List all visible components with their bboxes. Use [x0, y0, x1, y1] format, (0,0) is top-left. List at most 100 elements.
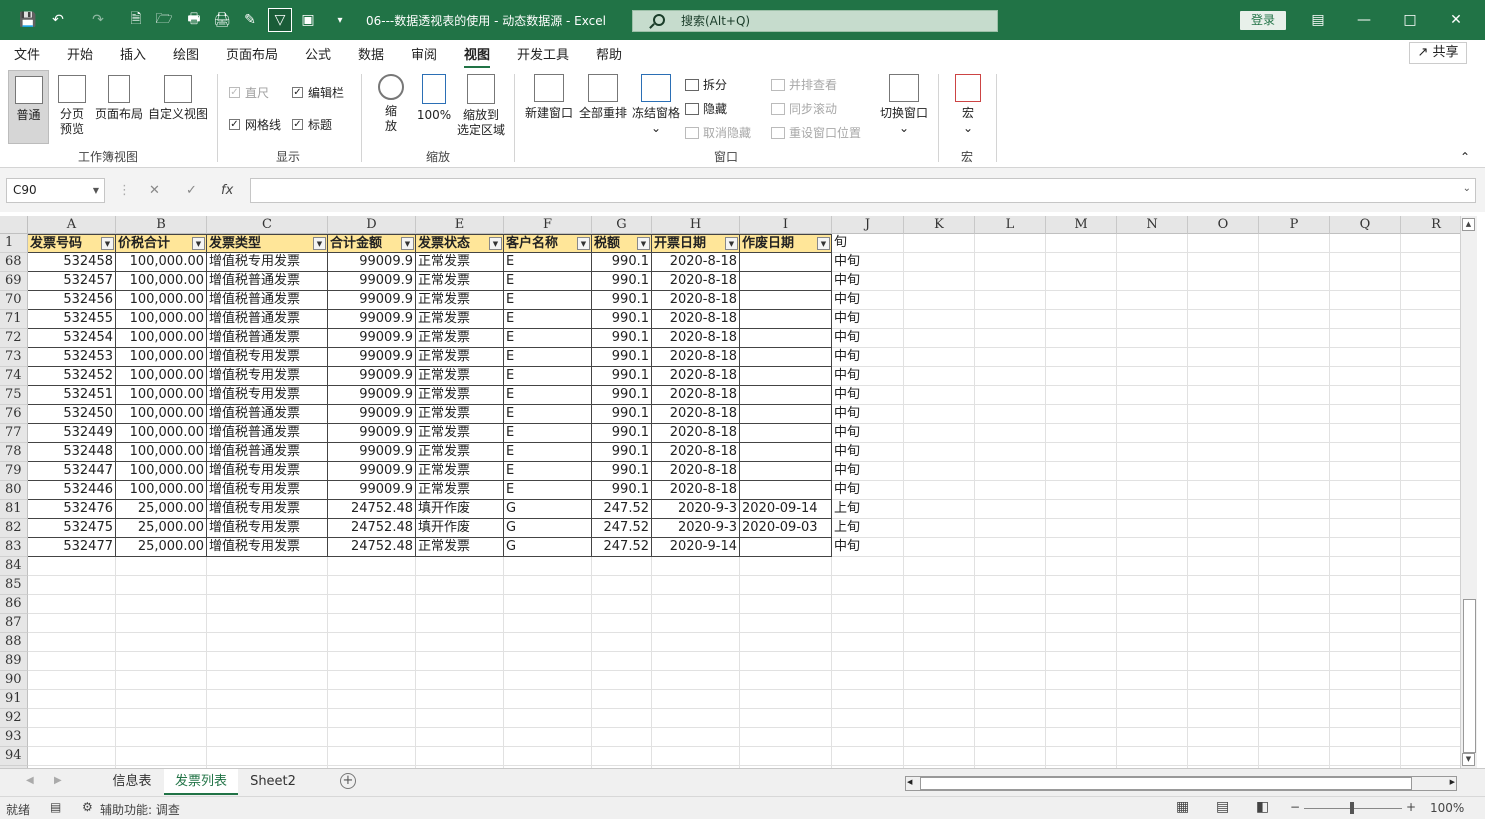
custom-view-button[interactable]: 自定义视图: [146, 70, 210, 122]
empty-cell[interactable]: [1259, 424, 1330, 443]
scroll-down-icon[interactable]: ▼: [1462, 753, 1475, 766]
period-cell[interactable]: 中旬: [832, 253, 904, 272]
table-cell[interactable]: 532450: [28, 405, 116, 424]
table-cell[interactable]: 100,000.00: [116, 462, 207, 481]
table-cell[interactable]: 2020-9-14: [652, 538, 740, 557]
filter-dropdown-icon[interactable]: ▼: [489, 237, 502, 250]
zoom-button[interactable]: 缩放: [372, 74, 410, 134]
table-cell[interactable]: 532457: [28, 272, 116, 291]
reset-window-position-button[interactable]: 重设窗口位置: [771, 124, 861, 141]
table-cell[interactable]: 100,000.00: [116, 253, 207, 272]
empty-cell[interactable]: [832, 728, 904, 747]
empty-cell[interactable]: [1046, 424, 1117, 443]
empty-cell[interactable]: [592, 557, 652, 576]
empty-cell[interactable]: [1188, 443, 1259, 462]
table-cell[interactable]: 99009.9: [328, 424, 416, 443]
table-cell[interactable]: 990.1: [592, 329, 652, 348]
empty-cell[interactable]: [1188, 671, 1259, 690]
table-cell[interactable]: 532447: [28, 462, 116, 481]
empty-cell[interactable]: [1401, 709, 1460, 728]
column-header[interactable]: E: [416, 216, 504, 234]
table-cell[interactable]: 990.1: [592, 405, 652, 424]
empty-cell[interactable]: [975, 253, 1046, 272]
empty-cell[interactable]: [1401, 614, 1460, 633]
empty-cell[interactable]: [1330, 614, 1401, 633]
empty-cell[interactable]: [504, 633, 592, 652]
empty-cell[interactable]: [652, 557, 740, 576]
insert-function-icon[interactable]: fx: [221, 183, 233, 198]
empty-cell[interactable]: [1401, 538, 1460, 557]
empty-cell[interactable]: [416, 709, 504, 728]
table-cell[interactable]: E: [504, 386, 592, 405]
tab-insert[interactable]: 插入: [120, 44, 146, 63]
empty-cell[interactable]: [1401, 595, 1460, 614]
empty-cell[interactable]: [1401, 310, 1460, 329]
table-cell[interactable]: E: [504, 272, 592, 291]
empty-cell[interactable]: [1401, 424, 1460, 443]
empty-cell[interactable]: [904, 310, 975, 329]
table-cell[interactable]: 正常发票: [416, 538, 504, 557]
row-header[interactable]: 87: [0, 614, 28, 633]
table-cell[interactable]: [740, 367, 832, 386]
save-icon[interactable]: 💾: [18, 10, 38, 30]
table-cell[interactable]: 99009.9: [328, 462, 416, 481]
empty-cell[interactable]: [1330, 728, 1401, 747]
empty-cell[interactable]: [975, 405, 1046, 424]
table-cell[interactable]: E: [504, 329, 592, 348]
empty-cell[interactable]: [1117, 709, 1188, 728]
row-header[interactable]: 94: [0, 747, 28, 766]
table-cell[interactable]: 532451: [28, 386, 116, 405]
empty-cell[interactable]: [1046, 538, 1117, 557]
empty-cell[interactable]: [28, 614, 116, 633]
row-header[interactable]: 86: [0, 595, 28, 614]
normal-view-status-icon[interactable]: ▦: [1176, 799, 1189, 815]
period-cell[interactable]: 中旬: [832, 462, 904, 481]
empty-cell[interactable]: [1401, 348, 1460, 367]
table-cell[interactable]: E: [504, 462, 592, 481]
row-header[interactable]: 77: [0, 424, 28, 443]
table-cell[interactable]: 正常发票: [416, 462, 504, 481]
empty-cell[interactable]: [1401, 652, 1460, 671]
horizontal-scrollbar[interactable]: ◀ ▶: [905, 776, 1457, 791]
empty-cell[interactable]: [416, 633, 504, 652]
empty-cell[interactable]: [1188, 291, 1259, 310]
empty-cell[interactable]: [975, 633, 1046, 652]
empty-cell[interactable]: [904, 329, 975, 348]
empty-cell[interactable]: [1117, 614, 1188, 633]
empty-cell[interactable]: [740, 747, 832, 766]
empty-cell[interactable]: [904, 519, 975, 538]
empty-cell[interactable]: [1401, 557, 1460, 576]
table-cell[interactable]: [740, 462, 832, 481]
empty-cell[interactable]: [1330, 576, 1401, 595]
empty-cell[interactable]: [1046, 443, 1117, 462]
empty-cell[interactable]: [207, 671, 328, 690]
empty-cell[interactable]: [1117, 500, 1188, 519]
switch-windows-button[interactable]: 切换窗口 ⌄: [876, 74, 932, 136]
empty-cell[interactable]: [1330, 291, 1401, 310]
empty-cell[interactable]: [1401, 405, 1460, 424]
empty-cell[interactable]: [116, 614, 207, 633]
column-header[interactable]: M: [1046, 216, 1117, 234]
empty-cell[interactable]: [1259, 595, 1330, 614]
empty-cell[interactable]: [975, 481, 1046, 500]
empty-cell[interactable]: [832, 709, 904, 728]
table-cell[interactable]: 25,000.00: [116, 500, 207, 519]
filter-dropdown-icon[interactable]: ▼: [817, 237, 830, 250]
table-cell[interactable]: 100,000.00: [116, 481, 207, 500]
confirm-entry-icon[interactable]: ✓: [186, 183, 197, 198]
empty-cell[interactable]: [116, 671, 207, 690]
table-cell[interactable]: 990.1: [592, 481, 652, 500]
row-header[interactable]: 1: [0, 234, 28, 253]
empty-cell[interactable]: [328, 557, 416, 576]
sheet-stats-icon[interactable]: ▤: [50, 800, 61, 814]
empty-cell[interactable]: [1259, 671, 1330, 690]
empty-cell[interactable]: [1330, 443, 1401, 462]
empty-cell[interactable]: [116, 652, 207, 671]
empty-cell[interactable]: [1188, 500, 1259, 519]
table-cell[interactable]: 2020-8-18: [652, 253, 740, 272]
empty-cell[interactable]: [1188, 728, 1259, 747]
empty-cell[interactable]: [1330, 747, 1401, 766]
empty-cell[interactable]: [1330, 310, 1401, 329]
empty-cell[interactable]: [207, 652, 328, 671]
empty-cell[interactable]: [1117, 576, 1188, 595]
